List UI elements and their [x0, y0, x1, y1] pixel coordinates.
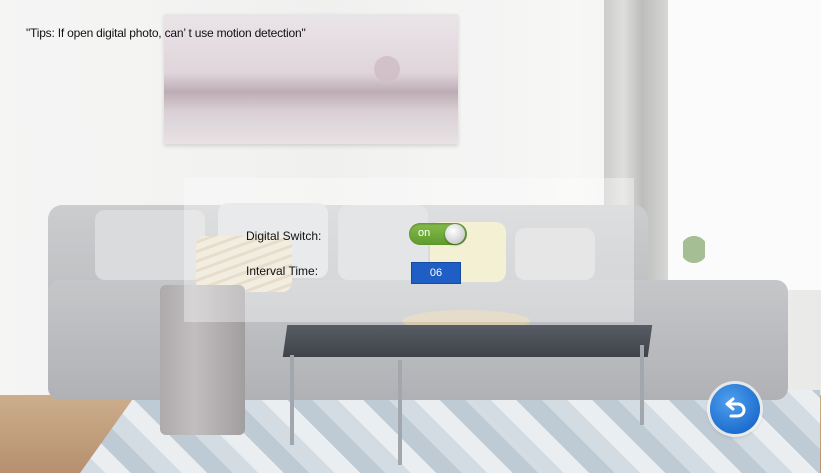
back-button[interactable] — [710, 384, 760, 434]
settings-panel — [184, 178, 634, 322]
digital-switch-state: on — [418, 227, 431, 239]
digital-switch-toggle[interactable]: on — [409, 223, 467, 245]
tips-text: "Tips: If open digital photo, can’ t use… — [26, 26, 306, 40]
back-arrow-icon — [725, 397, 746, 418]
settings-screen: "Tips: If open digital photo, can’ t use… — [0, 0, 821, 473]
interval-time-label: Interval Time: — [246, 264, 319, 278]
toggle-knob-icon — [445, 224, 465, 244]
interval-time-value[interactable]: 06 — [411, 262, 461, 284]
digital-switch-label: Digital Switch: — [246, 229, 322, 243]
